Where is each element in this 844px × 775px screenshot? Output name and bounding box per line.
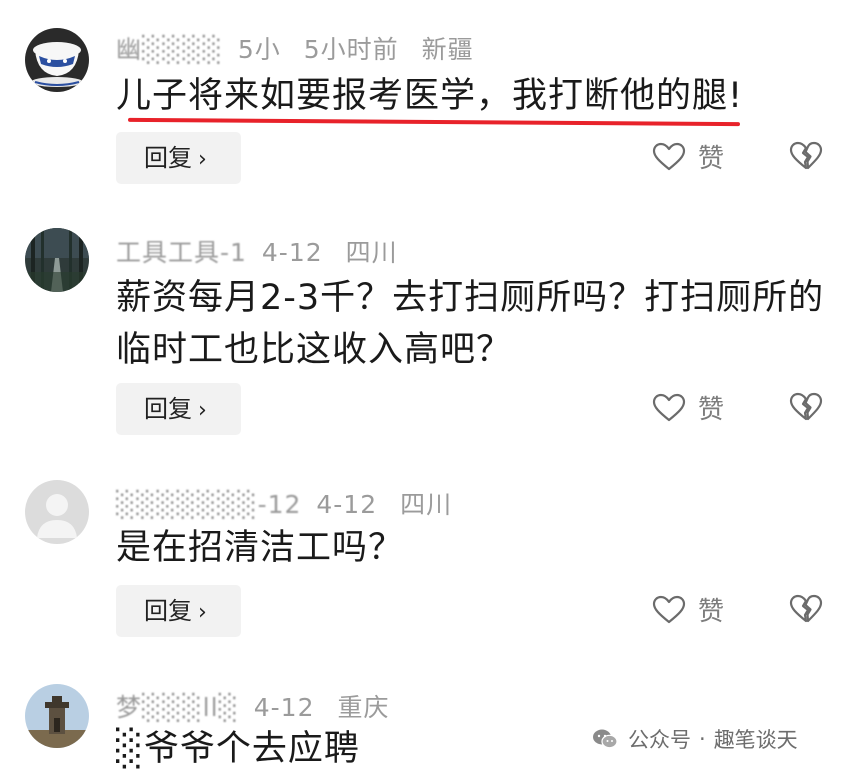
- username[interactable]: 工具工具-1: [116, 238, 247, 267]
- teacup-icon: [25, 28, 89, 92]
- timestamp: 5小时前: [303, 35, 399, 64]
- username[interactable]: 梦░░░ll░: [116, 693, 239, 722]
- comment-text: ░爷爷个去应聘: [116, 729, 360, 769]
- reply-label: 回复: [144, 395, 192, 423]
- comment-meta: 梦░░░ll░ 4-12 重庆: [116, 688, 403, 724]
- wechat-icon: [593, 729, 618, 749]
- reply-label: 回复: [144, 144, 192, 172]
- avatar[interactable]: [25, 28, 89, 92]
- timestamp: 4-12: [316, 490, 378, 519]
- avatar[interactable]: [25, 480, 89, 544]
- comment-text: 儿子将来如要报考医学，我打断他的腿!: [116, 76, 744, 116]
- broken-heart-icon: [789, 594, 823, 623]
- watermark: 公众号 · 趣笔谈天: [592, 724, 798, 754]
- username[interactable]: 幽░░░░: [116, 35, 223, 64]
- reply-label: 回复: [144, 597, 192, 625]
- dislike-button[interactable]: [789, 141, 823, 175]
- avatar[interactable]: [25, 684, 89, 748]
- comment-meta: 工具工具-1 4-12 四川: [116, 233, 412, 269]
- reply-button[interactable]: 回复 ›: [116, 585, 241, 637]
- comment-meta: 幽░░░░ 5小 5小时前 新疆: [116, 30, 488, 66]
- comment-text: 是在招清洁工吗？: [116, 528, 405, 568]
- like-button[interactable]: 赞: [652, 591, 724, 628]
- heart-icon: [652, 393, 686, 421]
- timestamp: 4-12: [253, 693, 315, 722]
- username[interactable]: ░░░░░░░-12: [116, 490, 301, 519]
- chevron-right-icon: ›: [198, 147, 207, 172]
- forest-icon: [25, 228, 89, 292]
- default-user-icon: [25, 480, 89, 544]
- like-label: 赞: [698, 144, 725, 174]
- comment-meta: ░░░░░░░-12 4-12 四川: [116, 485, 466, 521]
- like-button[interactable]: 赞: [652, 138, 724, 175]
- like-label: 赞: [698, 597, 725, 627]
- location: 四川: [345, 238, 398, 267]
- dislike-button[interactable]: [789, 594, 823, 628]
- watermark-account: 趣笔谈天: [713, 728, 798, 752]
- chevron-right-icon: ›: [198, 600, 207, 625]
- reply-button[interactable]: 回复 ›: [116, 132, 241, 184]
- avatar[interactable]: [25, 228, 89, 292]
- location: 四川: [400, 490, 453, 519]
- dislike-button[interactable]: [789, 392, 823, 426]
- watermark-separator: ·: [699, 727, 706, 751]
- heart-icon: [652, 142, 686, 170]
- like-label: 赞: [698, 395, 725, 425]
- location: 新疆: [421, 35, 474, 64]
- location: 重庆: [337, 693, 390, 722]
- timestamp: 4-12: [261, 238, 323, 267]
- broken-heart-icon: [789, 392, 823, 421]
- broken-heart-icon: [789, 141, 823, 170]
- watermark-source: 公众号: [628, 728, 691, 752]
- like-button[interactable]: 赞: [652, 389, 724, 426]
- time-prefix: 5小: [237, 35, 281, 64]
- tower-icon: [25, 684, 89, 748]
- reply-button[interactable]: 回复 ›: [116, 383, 241, 435]
- heart-icon: [652, 595, 686, 623]
- comment-text: 薪资每月2-3千？去打扫厕所吗？打扫厕所的临时工也比这收入高吧？: [116, 278, 825, 370]
- chevron-right-icon: ›: [198, 398, 207, 423]
